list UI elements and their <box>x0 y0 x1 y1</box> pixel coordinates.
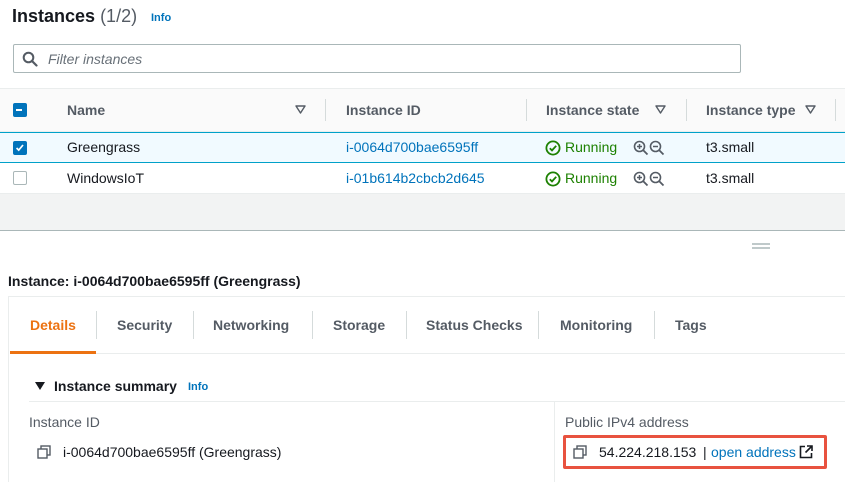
public-ipv4-label: Public IPv4 address <box>565 414 689 430</box>
instance-id-value: i-0064d700bae6595ff (Greengrass) <box>63 444 282 460</box>
summary-info-link[interactable]: Info <box>188 381 208 393</box>
status-check-icon <box>545 171 561 187</box>
filter-box <box>13 44 741 73</box>
zoom-in-icon[interactable] <box>633 171 649 187</box>
tab-details[interactable]: Details <box>30 297 76 354</box>
filter-instances-input[interactable] <box>48 49 728 69</box>
instance-id-link[interactable]: i-01b614b2cbcb2d645 <box>346 163 485 194</box>
external-link-icon[interactable] <box>799 445 813 459</box>
filter-caret-icon[interactable] <box>295 105 306 114</box>
instance-id-label: Instance ID <box>29 414 100 430</box>
tab-networking[interactable]: Networking <box>213 297 289 354</box>
status-check-icon <box>545 140 561 156</box>
column-header-instance-state[interactable]: Instance state <box>546 89 639 131</box>
drag-handle-icon[interactable] <box>752 243 770 249</box>
instance-name: WindowsIoT <box>67 170 145 186</box>
public-ipv4-value: 54.224.218.153 <box>599 444 697 460</box>
zoom-out-icon[interactable] <box>649 171 665 187</box>
summary-divider <box>29 401 845 402</box>
tab-security[interactable]: Security <box>117 297 172 354</box>
table-header: Name Instance ID Instance state Instance… <box>0 88 845 132</box>
filter-caret-icon[interactable] <box>655 105 666 114</box>
row-checkbox[interactable] <box>13 141 27 155</box>
tab-status-checks[interactable]: Status Checks <box>426 297 522 354</box>
page-title-text: Instances <box>12 6 96 26</box>
column-header-name[interactable]: Name <box>67 89 105 131</box>
instance-name: Greengrass <box>67 139 141 155</box>
instance-state-label: Running <box>565 139 618 155</box>
instance-count: (1/2) <box>100 6 138 26</box>
instance-type: t3.small <box>706 170 755 186</box>
table-row[interactable]: WindowsIoT i-01b614b2cbcb2d645 Running t… <box>0 163 845 194</box>
instance-type: t3.small <box>706 139 755 155</box>
zoom-out-icon[interactable] <box>649 140 665 156</box>
copy-icon[interactable] <box>37 445 51 459</box>
instance-id-link[interactable]: i-0064d700bae6595ff <box>346 132 478 163</box>
expand-triangle-icon[interactable] <box>35 382 45 390</box>
column-divider <box>554 402 555 482</box>
empty-table-area <box>0 194 845 230</box>
select-all-checkbox[interactable] <box>13 103 27 117</box>
open-address-link[interactable]: open address <box>711 444 796 460</box>
header-info-link[interactable]: Info <box>151 12 171 24</box>
table-row[interactable]: Greengrass i-0064d700bae6595ff Running t… <box>0 132 845 163</box>
copy-icon[interactable] <box>573 445 587 459</box>
column-header-instance-type[interactable]: Instance type <box>706 89 795 131</box>
search-icon <box>22 51 38 67</box>
split-panel-divider <box>0 230 845 231</box>
active-tab-indicator <box>10 351 96 354</box>
instance-summary-title[interactable]: Instance summary <box>54 378 177 394</box>
row-checkbox[interactable] <box>13 171 27 185</box>
column-header-instance-id[interactable]: Instance ID <box>346 89 421 131</box>
tab-storage[interactable]: Storage <box>333 297 385 354</box>
zoom-in-icon[interactable] <box>633 140 649 156</box>
instance-detail-header: Instance: i-0064d700bae6595ff (Greengras… <box>8 273 301 289</box>
page-title: Instances (1/2) <box>12 6 137 27</box>
tab-tags[interactable]: Tags <box>675 297 707 354</box>
tab-monitoring[interactable]: Monitoring <box>560 297 632 354</box>
instance-state-label: Running <box>565 170 618 186</box>
filter-caret-icon[interactable] <box>805 105 816 114</box>
separator: | <box>703 444 707 460</box>
tab-bar: Details Security Networking Storage Stat… <box>10 297 845 354</box>
